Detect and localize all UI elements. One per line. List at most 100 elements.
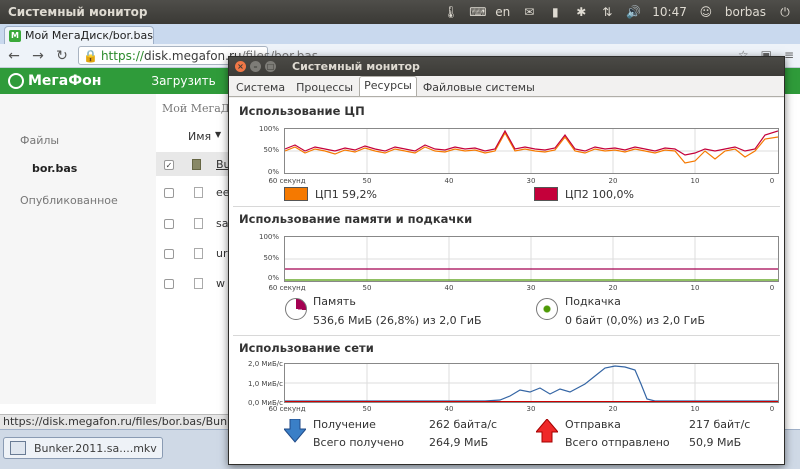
username[interactable]: borbas [725,5,766,19]
browser-tab[interactable]: M Мой МегаДиск/bor.bas [4,26,154,44]
x-tick-label: 30 [526,177,536,185]
sidebar-item-published[interactable]: Опубликованное [20,194,118,207]
y-tick-label: 2,0 МиБ/с [248,360,283,368]
volume-icon[interactable]: 🔊 [626,5,641,19]
keyboard-icon[interactable]: ⌨ [469,5,486,19]
site-sidebar: Файлы bor.bas Опубликованное [0,94,156,404]
megafon-logo-icon [8,73,24,89]
cpu1-label: ЦП1 [315,188,339,201]
memory-pie-icon[interactable] [285,298,307,320]
x-tick-label: 30 [526,405,536,413]
status-bar-url: https://disk.megafon.ru/files/bor.bas/Bu… [0,414,230,429]
video-thumbnail-icon [192,159,201,170]
url-host: disk.megafon.ru [143,48,242,63]
minimize-icon[interactable]: – [250,61,261,72]
x-tick-label: 60 секунд [268,405,306,413]
maximize-icon[interactable]: □ [265,61,276,72]
memory-graph [284,236,779,282]
url-scheme: https:// [100,48,144,63]
cpu1-value: 59,2% [342,188,377,201]
tab-filesystems[interactable]: Файловые системы [418,78,540,96]
file-icon [194,248,203,259]
swap-label: Подкачка [565,295,621,308]
menu-icon[interactable]: ≡ [784,48,794,62]
sidebar-item-folder[interactable]: bor.bas [32,162,77,175]
x-tick-label: 20 [608,284,618,292]
y-tick-label: 100% [258,125,279,133]
breadcrumb[interactable]: Мой МегаДи [162,102,237,115]
send-arrow-up-icon[interactable] [536,419,558,443]
back-icon[interactable]: ← [6,48,22,64]
cpu2-color-swatch[interactable] [534,187,558,201]
x-tick-label: 60 секунд [268,284,306,292]
swap-pie-icon[interactable] [536,298,558,320]
system-tray: 🌡 ⌨ en ✉ ▮ ✱ ⇅ 🔊 10:47 ☺ borbas ⏻ [443,5,800,19]
network-icon[interactable]: ⇅ [600,5,614,19]
x-tick-label: 60 секунд [268,177,306,185]
active-app-title: Системный монитор [8,5,148,19]
reload-icon[interactable]: ↻ [54,48,70,64]
keyboard-layout[interactable]: en [495,5,510,19]
file-icon [194,218,203,229]
memory-label: Память [313,295,356,308]
x-tick-label: 0 [769,405,775,413]
bluetooth-icon[interactable]: ✱ [574,5,588,19]
megafon-logo[interactable]: МегаФон [0,73,101,89]
clock[interactable]: 10:47 [652,5,687,19]
y-tick-label: 50% [263,146,279,154]
receive-arrow-down-icon[interactable] [284,419,306,443]
x-tick-label: 10 [690,177,700,185]
receive-rate: 262 байта/с [429,418,498,431]
file-name[interactable]: w [216,277,225,290]
x-tick-label: 10 [690,405,700,413]
tab-title: Мой МегаДиск/bor.bas [25,29,153,42]
cpu-graph-svg [284,129,779,173]
divider [233,206,780,207]
resources-panel: Использование ЦП 100% 50% 0% 60 секунд 5… [229,98,784,464]
top-panel: Системный монитор 🌡 ⌨ en ✉ ▮ ✱ ⇅ 🔊 10:47… [0,0,800,24]
row-checkbox[interactable]: ✓ [164,160,174,170]
close-icon[interactable]: × [235,61,246,72]
tab-system[interactable]: Система [231,78,290,96]
file-name[interactable]: ur [216,247,228,260]
download-item[interactable]: Bunker.2011.sa....mkv [3,437,163,459]
tab-processes[interactable]: Процессы [291,78,358,96]
window-titlebar[interactable]: × – □ Системный монитор [229,57,784,76]
thermometer-icon[interactable]: 🌡 [443,5,458,19]
memory-graph-svg [285,237,778,281]
upload-link[interactable]: Загрузить [151,74,215,88]
row-checkbox[interactable] [164,188,174,198]
cpu2-value: 100,0% [592,188,634,201]
file-icon [194,278,203,289]
x-tick-label: 40 [444,284,454,292]
logo-text: МегаФон [28,73,102,89]
swap-value: 0 байт (0,0%) из 2,0 ГиБ [565,314,705,327]
x-tick-label: 30 [526,284,536,292]
x-tick-label: 10 [690,284,700,292]
sort-chevron-down-icon[interactable]: ▼ [215,130,221,139]
cpu1-color-swatch[interactable] [284,187,308,201]
mail-icon[interactable]: ✉ [522,5,536,19]
x-tick-label: 40 [444,177,454,185]
battery-icon[interactable]: ▮ [548,5,562,19]
sidebar-item-files[interactable]: Файлы [20,134,59,147]
y-tick-label: 0% [267,274,279,282]
user-icon[interactable]: ☺ [699,5,713,19]
file-name[interactable]: sa [216,217,228,230]
row-checkbox[interactable] [164,279,174,289]
y-tick-label: 100% [258,233,279,241]
power-icon[interactable]: ⏻ [778,5,792,19]
monitor-tabs: Система Процессы Ресурсы Файловые систем… [229,76,784,97]
lock-icon: 🔒 [83,48,98,63]
x-tick-label: 20 [608,405,618,413]
forward-icon[interactable]: → [30,48,46,64]
row-checkbox[interactable] [164,219,174,229]
download-filename: Bunker.2011.sa....mkv [34,441,157,455]
row-checkbox[interactable] [164,249,174,259]
tab-resources[interactable]: Ресурсы [359,76,417,96]
column-header-name[interactable]: Имя [188,130,211,143]
network-section-title: Использование сети [239,341,374,355]
x-tick-label: 50 [362,405,372,413]
send-rate: 217 байт/с [689,418,751,431]
download-file-icon [10,441,26,455]
